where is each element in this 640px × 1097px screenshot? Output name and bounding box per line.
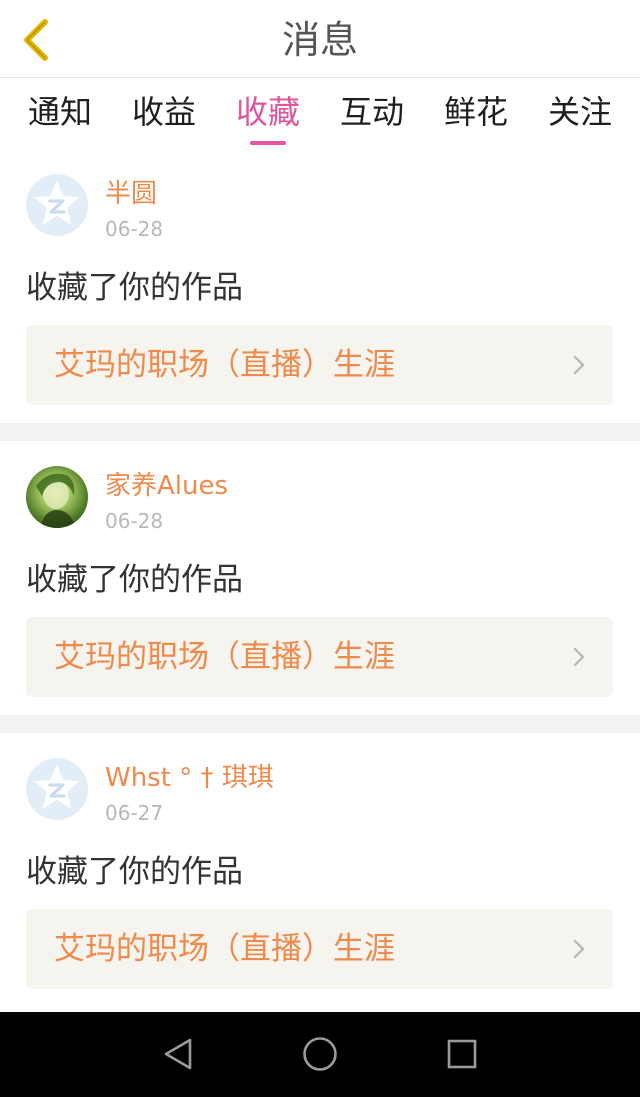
chevron-right-icon <box>573 647 585 667</box>
tab-earnings[interactable]: 收益 <box>130 79 198 149</box>
triangle-back-icon <box>164 1038 192 1070</box>
nav-home-button[interactable] <box>300 1034 340 1074</box>
star-logo-icon <box>34 764 80 809</box>
tab-label: 通知 <box>27 93 92 131</box>
photo-avatar[interactable] <box>26 466 88 528</box>
nav-recents-button[interactable] <box>442 1034 482 1074</box>
tab-indicator <box>250 141 286 145</box>
action-text: 收藏了你的作品 <box>26 854 243 890</box>
tab-label: 收益 <box>131 93 196 131</box>
tab-bar: 通知 收益 收藏 互动 鲜花 关注 <box>0 79 640 149</box>
work-title: 艾玛的职场（直播）生涯 <box>54 639 395 675</box>
list-item: 家养Alues 06-28 收藏了你的作品 艾玛的职场（直播）生涯 <box>0 441 640 715</box>
circle-home-icon <box>303 1037 337 1071</box>
system-nav-bar <box>0 1012 640 1097</box>
username[interactable]: 半圆 <box>105 176 157 212</box>
page-title: 消息 <box>281 18 358 62</box>
chevron-right-icon <box>573 939 585 959</box>
star-logo-icon <box>34 180 80 225</box>
tab-interactions[interactable]: 互动 <box>338 79 406 149</box>
work-link[interactable]: 艾玛的职场（直播）生涯 <box>26 617 613 697</box>
tab-follows[interactable]: 关注 <box>546 79 614 149</box>
divider <box>0 715 640 733</box>
timestamp: 06-28 <box>105 217 164 241</box>
list-item: Whst ° † 琪琪 06-27 收藏了你的作品 艾玛的职场（直播）生涯 <box>0 733 640 1007</box>
work-title: 艾玛的职场（直播）生涯 <box>54 931 395 967</box>
message-list: 半圆 06-28 收藏了你的作品 艾玛的职场（直播）生涯 家养Alues 06-… <box>0 149 640 1007</box>
user-photo-icon <box>36 473 76 528</box>
tab-label: 鲜花 <box>443 93 508 131</box>
work-link[interactable]: 艾玛的职场（直播）生涯 <box>26 909 613 989</box>
username[interactable]: 家养Alues <box>105 468 228 504</box>
timestamp: 06-27 <box>105 801 164 825</box>
tab-label: 收藏 <box>235 93 300 131</box>
action-text: 收藏了你的作品 <box>26 270 243 306</box>
top-bar: 消息 <box>0 0 640 78</box>
tab-label: 关注 <box>547 93 612 131</box>
tab-flowers[interactable]: 鲜花 <box>442 79 510 149</box>
work-link[interactable]: 艾玛的职场（直播）生涯 <box>26 325 613 405</box>
default-avatar[interactable] <box>26 174 88 236</box>
tab-notifications[interactable]: 通知 <box>26 79 94 149</box>
chevron-right-icon <box>573 355 585 375</box>
timestamp: 06-28 <box>105 509 164 533</box>
tab-favorites[interactable]: 收藏 <box>234 79 302 149</box>
tab-label: 互动 <box>339 93 404 131</box>
username[interactable]: Whst ° † 琪琪 <box>105 760 274 796</box>
work-title: 艾玛的职场（直播）生涯 <box>54 347 395 383</box>
divider <box>0 423 640 441</box>
list-item: 半圆 06-28 收藏了你的作品 艾玛的职场（直播）生涯 <box>0 149 640 423</box>
square-recents-icon <box>447 1039 477 1069</box>
nav-back-button[interactable] <box>158 1034 198 1074</box>
default-avatar[interactable] <box>26 758 88 820</box>
action-text: 收藏了你的作品 <box>26 562 243 598</box>
